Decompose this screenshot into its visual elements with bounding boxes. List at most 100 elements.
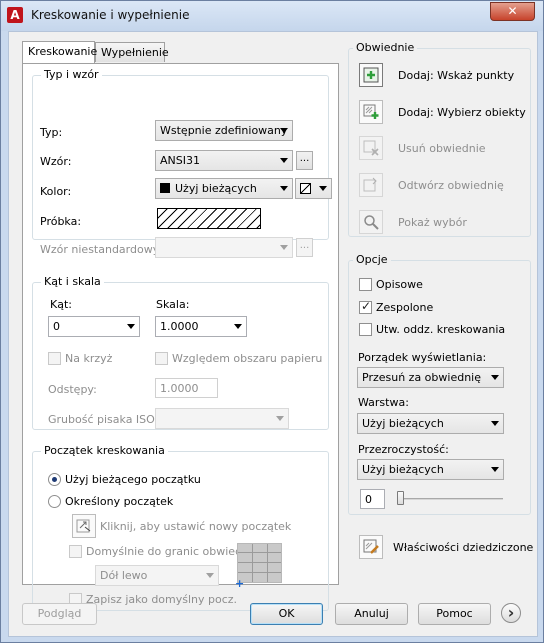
tab-gradient[interactable]: Wypełnienie [95, 42, 169, 62]
more-options-button[interactable]: › [501, 603, 521, 623]
magnifier-icon [364, 215, 379, 230]
spacing-input[interactable]: 1.0000 [155, 378, 218, 398]
pattern-label: Wzór: [40, 155, 72, 168]
double-checkbox[interactable] [48, 352, 61, 365]
cancel-button[interactable]: Anuluj [335, 603, 408, 625]
origin-position-value: Dół lewo [100, 569, 148, 582]
custom-pattern-label: Wzór niestandardowy: [40, 243, 163, 256]
type-label: Typ: [40, 126, 63, 139]
chevron-down-icon [280, 158, 288, 163]
custom-pattern-select[interactable] [155, 237, 293, 258]
draw-order-label: Porządek wyświetlania: [358, 351, 487, 364]
tab-hatch[interactable]: Kreskowanie [22, 41, 97, 63]
pick-origin-icon [76, 519, 91, 533]
draw-order-select[interactable]: Przesuń za obwiednię [357, 367, 504, 388]
color-label: Kolor: [40, 185, 72, 198]
separate-hatches-label: Utw. oddz. kreskowania [376, 323, 506, 336]
transparency-number-input[interactable]: 0 [360, 489, 385, 509]
angle-select[interactable]: 0 [48, 316, 140, 337]
chevron-down-icon [276, 416, 284, 421]
pattern-sample-swatch[interactable] [157, 208, 261, 229]
pen-width-select[interactable] [155, 408, 289, 429]
inherit-properties-button[interactable] [359, 535, 383, 559]
hatch-origin-title: Początek kreskowania [41, 444, 168, 457]
dialog-title: Kreskowanie i wypełnienie [31, 8, 190, 22]
transparency-slider-track[interactable] [397, 498, 503, 500]
hatch-tab-panel: Typ i wzór Typ: Wstępnie zdefiniowany Wz… [22, 63, 339, 611]
preview-button[interactable]: Podgląd [22, 603, 97, 625]
title-bar: A Kreskowanie i wypełnienie ✕ [1, 1, 543, 31]
type-select[interactable]: Wstępnie zdefiniowany [155, 120, 293, 141]
help-button[interactable]: Pomoc [418, 603, 491, 625]
specified-origin-label: Określony początek [65, 495, 174, 508]
boundaries-title: Obwiednie [353, 41, 418, 54]
recreate-boundary-label: Odtwórz obwiednię [398, 179, 504, 192]
chevron-down-icon [491, 467, 499, 472]
transparency-label: Przezroczystość: [358, 443, 449, 456]
chevron-down-icon [234, 324, 242, 329]
dialog-client: Kreskowanie Wypełnienie Typ i wzór Typ: … [8, 31, 538, 637]
remove-boundaries-icon [363, 140, 379, 156]
chevron-down-icon [280, 128, 288, 133]
layer-label: Warstwa: [358, 396, 409, 409]
add-pick-points-label: Dodaj: Wskaż punkty [398, 69, 515, 82]
annotative-checkbox[interactable] [359, 278, 372, 291]
transparency-select[interactable]: Użyj bieżących [357, 459, 504, 480]
use-current-origin-label: Użyj bieżącego początku [65, 473, 201, 486]
dialog-window: A Kreskowanie i wypełnienie ✕ Kreskowani… [0, 0, 544, 643]
chevron-down-icon [491, 375, 499, 380]
double-label: Na krzyż [65, 352, 113, 365]
pattern-browse-button[interactable]: ... [296, 151, 313, 170]
view-selections-button[interactable] [359, 210, 383, 234]
layer-value: Użyj bieżących [362, 417, 444, 430]
specified-origin-radio[interactable] [48, 495, 61, 508]
close-button[interactable]: ✕ [490, 2, 535, 21]
remove-boundaries-label: Usuń obwiednie [398, 142, 486, 155]
associative-label: Zespolone [376, 301, 434, 314]
chevron-right-icon: › [507, 603, 515, 622]
add-select-objects-button[interactable] [359, 100, 383, 124]
color-value: Użyj bieżących [175, 182, 257, 195]
remove-boundaries-button[interactable] [359, 136, 383, 160]
recreate-boundary-icon [363, 177, 377, 192]
chevron-down-icon [280, 245, 288, 250]
transparency-slider-thumb[interactable] [397, 491, 404, 505]
sample-label: Próbka: [40, 215, 82, 228]
draw-order-value: Przesuń za obwiednię [362, 371, 481, 384]
default-extents-checkbox[interactable] [69, 545, 82, 558]
angle-scale-title: Kąt i skala [41, 275, 104, 288]
no-color-icon [300, 183, 311, 194]
transparency-value: Użyj bieżących [362, 463, 444, 476]
add-pick-points-icon [363, 67, 379, 83]
inherit-brush-icon [363, 539, 379, 554]
type-pattern-title: Typ i wzór [41, 68, 102, 81]
chevron-down-icon [127, 324, 135, 329]
ok-button[interactable]: OK [250, 603, 323, 625]
set-origin-button[interactable] [72, 514, 96, 538]
click-set-origin-label: Kliknij, aby ustawić nowy początek [100, 520, 292, 533]
add-pick-points-button[interactable] [359, 63, 383, 87]
scale-select[interactable]: 1.0000 [155, 316, 247, 337]
recreate-boundary-button[interactable] [359, 173, 383, 197]
separate-hatches-checkbox[interactable] [359, 323, 372, 336]
add-select-objects-label: Dodaj: Wybierz obiekty [398, 106, 526, 119]
color-swatch-icon [160, 183, 170, 193]
color-select[interactable]: Użyj bieżących [155, 178, 293, 199]
custom-browse-button[interactable]: ... [296, 238, 313, 257]
associative-checkbox[interactable] [359, 299, 372, 314]
scale-label: Skala: [156, 298, 190, 311]
background-color-select[interactable] [295, 178, 332, 199]
angle-value: 0 [53, 320, 60, 333]
autocad-app-icon: A [7, 7, 23, 23]
options-title: Opcje [353, 253, 391, 266]
pattern-select[interactable]: ANSI31 [155, 150, 293, 171]
pen-width-label: Grubość pisaka ISO: [48, 413, 159, 426]
origin-position-select[interactable]: Dół lewo [95, 565, 219, 586]
view-selections-label: Pokaż wybór [398, 216, 467, 229]
relative-paper-checkbox[interactable] [155, 352, 168, 365]
relative-paper-label: Względem obszaru papieru [172, 352, 323, 365]
use-current-origin-radio[interactable] [48, 473, 61, 486]
chevron-down-icon [280, 186, 288, 191]
chevron-down-icon [491, 421, 499, 426]
layer-select[interactable]: Użyj bieżących [357, 413, 504, 434]
